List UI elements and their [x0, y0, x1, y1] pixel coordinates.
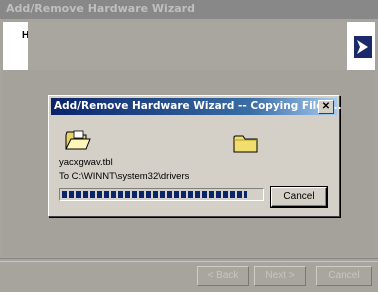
copy-progress-fill [62, 191, 247, 198]
copy-progress-bar [59, 188, 264, 201]
copying-file-name: yacxgwav.tbl [59, 157, 113, 168]
copying-destination: To C:\WINNT\system32\drivers [59, 171, 190, 182]
wizard-separator [0, 258, 378, 262]
dialog-title: Add/Remove Hardware Wizard -- Copying Fi… [54, 100, 342, 112]
wizard-title: Add/Remove Hardware Wizard [6, 2, 195, 15]
dialog-cancel-button[interactable]: Cancel [270, 186, 328, 208]
wizard-titlebar: Add/Remove Hardware Wizard [0, 0, 378, 19]
wizard-logo-icon [354, 36, 372, 58]
wizard-header-bar [28, 22, 347, 70]
close-icon[interactable]: ✕ [318, 100, 334, 114]
dialog-titlebar: Add/Remove Hardware Wizard -- Copying Fi… [51, 98, 342, 115]
open-folder-icon [65, 130, 91, 150]
copying-files-dialog: Add/Remove Hardware Wizard -- Copying Fi… [48, 95, 342, 217]
wizard-header: H [3, 22, 375, 70]
next-button[interactable]: Next > [254, 266, 306, 286]
wizard-cancel-button[interactable]: Cancel [316, 266, 372, 286]
folder-icon [233, 135, 258, 153]
back-button[interactable]: < Back [197, 266, 249, 286]
